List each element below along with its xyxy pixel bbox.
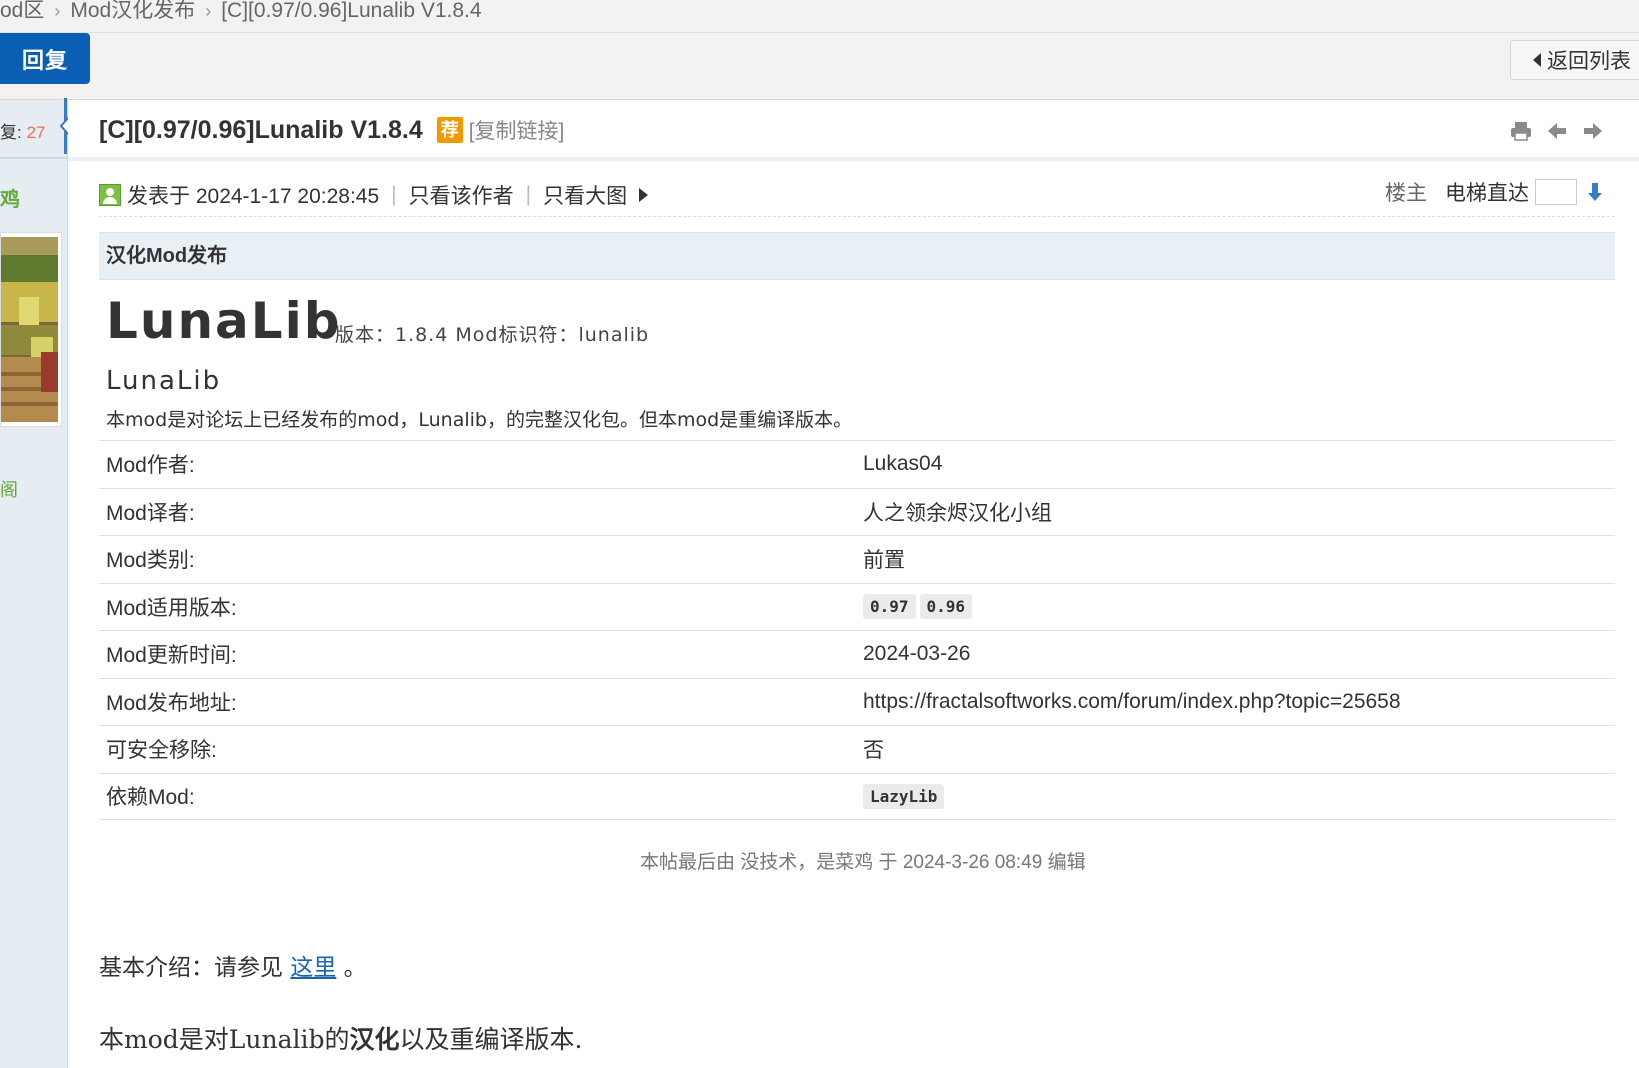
top-divider xyxy=(0,32,1639,33)
table-value-text: 前置 xyxy=(863,549,905,573)
table-row: Mod作者: Lukas04 xyxy=(99,440,1615,488)
table-value: 人之领余烬汉化小组 xyxy=(856,497,1615,527)
copy-link[interactable]: [复制链接] xyxy=(469,115,565,145)
body-paragraph: 本mod是对Lunalib的汉化以及重编译版本. xyxy=(99,1020,582,1056)
prev-thread-icon[interactable] xyxy=(1546,120,1568,142)
intro-suffix: 。 xyxy=(343,955,367,981)
body-bold-text: 汉化 xyxy=(349,1025,400,1054)
back-to-list-button[interactable]: 返回列表 xyxy=(1510,40,1639,80)
mod-description: 本mod是对论坛上已经发布的mod，Lunalib，的完整汉化包。但本mod是重… xyxy=(106,409,853,431)
print-icon[interactable] xyxy=(1510,120,1532,142)
table-value: 前置 xyxy=(856,544,1615,574)
table-value-text: 否 xyxy=(863,739,884,763)
author-group: 阁 xyxy=(0,480,18,500)
back-to-list-label: 返回列表 xyxy=(1547,50,1631,73)
table-key: 可安全移除: xyxy=(106,739,217,763)
section-heading: 汉化Mod发布 xyxy=(99,232,1615,280)
elevator-floor-input[interactable] xyxy=(1535,179,1577,205)
table-key: Mod适用版本: xyxy=(106,596,237,620)
last-edit-note: 本帖最后由 没技术，是菜鸡 于 2024-3-26 08:49 编辑 xyxy=(640,852,1086,873)
table-value: 2024-03-26 xyxy=(856,642,1615,666)
only-author-link[interactable]: 只看该作者 xyxy=(409,180,514,210)
thread-tools xyxy=(1510,120,1604,142)
intro-prefix: 基本介绍：请参见 xyxy=(99,955,283,981)
table-value-text: 人之领余烬汉化小组 xyxy=(863,501,1052,525)
reply-count: 复: 27 xyxy=(0,118,45,143)
table-key: Mod作者: xyxy=(106,454,195,478)
body-text: 本mod是对Lunalib的 xyxy=(99,1025,350,1054)
table-key: Mod译者: xyxy=(106,501,195,525)
version-tag: 0.96 xyxy=(919,594,973,620)
breadcrumb-item-thread[interactable]: [C][0.97/0.96]Lunalib V1.8.4 xyxy=(221,0,481,22)
table-value: 0.97 0.96 xyxy=(856,594,1615,620)
table-key: Mod更新时间: xyxy=(106,644,237,668)
body-text: 以及重编译版本. xyxy=(399,1025,583,1054)
avatar-image xyxy=(1,237,58,422)
table-row: Mod更新时间: 2024-03-26 xyxy=(99,630,1615,678)
avatar[interactable] xyxy=(0,232,62,427)
table-value: LazyLib xyxy=(856,783,1615,809)
recommend-badge: 荐 xyxy=(436,117,463,143)
online-user-icon xyxy=(99,184,121,206)
thread-title-text: [C][0.97/0.96]Lunalib V1.8.4 xyxy=(99,115,423,144)
post-time: 发表于 2024-1-17 20:28:45 xyxy=(127,185,380,208)
mod-subtitle: LunaLib xyxy=(106,366,222,396)
elevator-go-icon[interactable] xyxy=(1587,181,1603,203)
sidebar-divider xyxy=(0,157,68,159)
table-value: 否 xyxy=(856,734,1615,764)
post-meta: 发表于 2024-1-17 20:28:45 | 只看该作者 | 只看大图 xyxy=(99,180,649,210)
table-row: Mod发布地址: https://fractalsoftworks.com/fo… xyxy=(99,677,1615,726)
chevron-left-icon xyxy=(1533,53,1541,67)
version-tag: 0.97 xyxy=(863,594,916,620)
reply-button[interactable]: 回复 xyxy=(0,33,90,84)
mod-version-line: 版本：1.8.4 Mod标识符：lunalib xyxy=(335,324,650,346)
table-row: 可安全移除: 否 xyxy=(99,725,1615,773)
reply-count-label: 复: xyxy=(0,123,22,142)
table-key: 依赖Mod: xyxy=(106,786,195,810)
intro-line: 基本介绍：请参见 这里 。 xyxy=(99,948,367,982)
meta-separator: | xyxy=(525,183,532,206)
intro-link[interactable]: 这里 xyxy=(290,955,336,981)
dependency-tag[interactable]: LazyLib xyxy=(863,783,945,809)
breadcrumb-separator: › xyxy=(205,1,212,21)
breadcrumb-item-forum[interactable]: od区 xyxy=(0,0,44,22)
author-name[interactable]: 鸡 xyxy=(0,183,20,212)
title-divider xyxy=(68,157,1639,161)
table-key: Mod发布地址: xyxy=(106,691,237,715)
elevator-label: 电梯直达 xyxy=(1445,182,1529,205)
table-value-text: 2024-03-26 xyxy=(863,642,971,666)
mod-info-table: Mod作者: Lukas04 Mod译者: 人之领余烬汉化小组 Mod类别: 前… xyxy=(99,440,1615,820)
play-icon[interactable] xyxy=(639,188,649,202)
next-thread-icon[interactable] xyxy=(1582,120,1604,142)
breadcrumb: od区 › Mod汉化发布 › [C][0.97/0.96]Lunalib V1.8.4 xyxy=(0,0,1639,22)
mod-release-url[interactable]: https://fractalsoftworks.com/forum/index… xyxy=(863,690,1401,714)
meta-separator: | xyxy=(391,183,397,206)
breadcrumb-item-mod-translation[interactable]: Mod汉化发布 xyxy=(70,0,195,22)
meta-divider xyxy=(99,216,1615,217)
only-images-link[interactable]: 只看大图 xyxy=(543,180,627,210)
table-key: Mod类别: xyxy=(106,549,195,573)
table-value-text: Lukas04 xyxy=(863,452,943,476)
table-row: Mod类别: 前置 xyxy=(99,535,1615,583)
table-row: Mod译者: 人之领余烬汉化小组 xyxy=(99,487,1615,536)
mod-name-heading: LunaLib xyxy=(106,292,342,350)
floor-label: 楼主 xyxy=(1385,182,1427,205)
floor-navigation: 楼主 电梯直达 xyxy=(1385,177,1603,207)
table-value: https://fractalsoftworks.com/forum/index… xyxy=(856,690,1615,714)
reply-count-value: 27 xyxy=(26,123,46,142)
table-row: 依赖Mod: LazyLib xyxy=(99,772,1615,820)
breadcrumb-separator: › xyxy=(54,1,61,21)
table-value: Lukas04 xyxy=(856,452,1615,476)
table-row: Mod适用版本: 0.97 0.96 xyxy=(99,582,1615,631)
thread-title: [C][0.97/0.96]Lunalib V1.8.4 荐 [复制链接] xyxy=(99,115,564,145)
